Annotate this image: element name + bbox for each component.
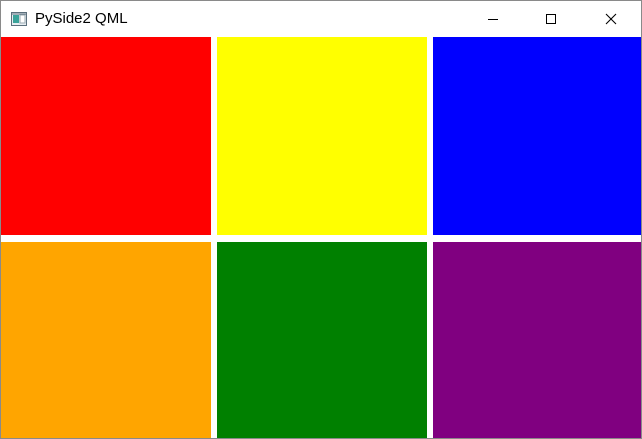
maximize-icon <box>545 13 557 25</box>
minimize-icon <box>487 13 499 25</box>
window-title: PySide2 QML <box>35 10 128 27</box>
tile-orange <box>1 242 211 438</box>
minimize-button[interactable] <box>470 1 516 37</box>
tile-blue <box>433 37 641 235</box>
qt-window-icon <box>11 12 27 26</box>
color-grid <box>1 37 641 438</box>
app-window: PySide2 QML <box>0 0 642 439</box>
maximize-button[interactable] <box>528 1 574 37</box>
close-button[interactable] <box>588 1 634 37</box>
tile-purple <box>433 242 641 438</box>
tile-red <box>1 37 211 235</box>
tile-yellow <box>217 37 427 235</box>
title-bar[interactable]: PySide2 QML <box>1 1 641 37</box>
tile-green <box>217 242 427 438</box>
close-icon <box>605 13 617 25</box>
